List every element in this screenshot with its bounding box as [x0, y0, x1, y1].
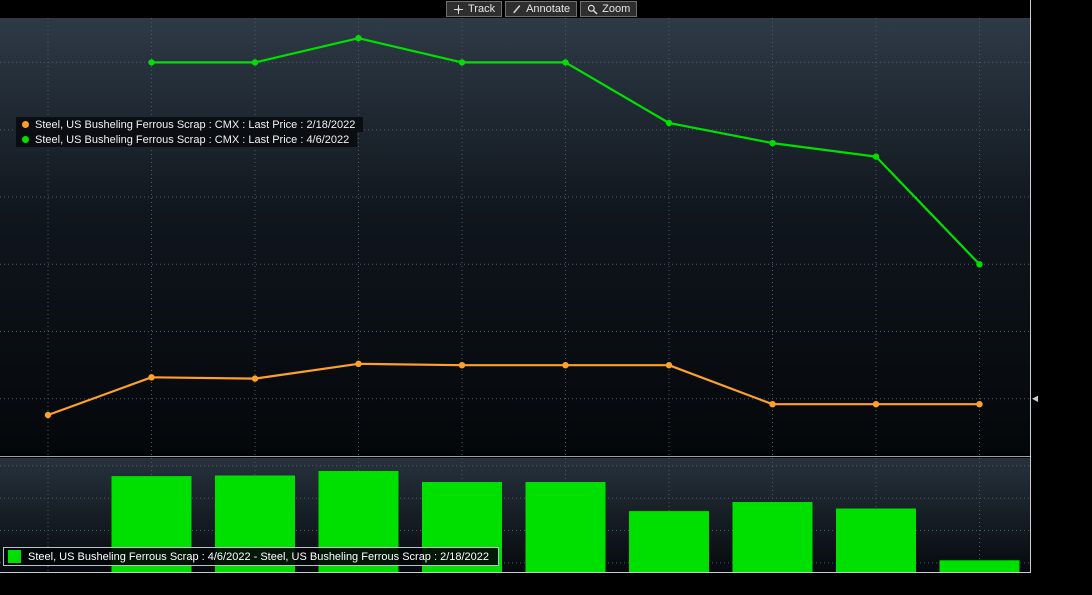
data-point — [355, 361, 361, 367]
price-chart[interactable] — [0, 0, 1092, 595]
data-point — [459, 59, 465, 65]
data-point — [666, 362, 672, 368]
chart-toolbar: Track Annotate Zoom — [446, 1, 637, 17]
main-panel[interactable] — [0, 18, 1030, 454]
track-button-label: Track — [468, 2, 495, 16]
data-point — [562, 362, 568, 368]
feb-series-swatch — [22, 121, 29, 128]
zoom-button-label: Zoom — [602, 2, 630, 16]
data-point — [148, 59, 154, 65]
track-button[interactable]: Track — [446, 1, 502, 17]
data-point — [873, 401, 879, 407]
legend-item-apr-series[interactable]: Steel, US Busheling Ferrous Scrap : CMX … — [16, 132, 357, 147]
zoom-icon — [587, 4, 598, 15]
spread-legend-label: Steel, US Busheling Ferrous Scrap : 4/6/… — [28, 551, 489, 563]
apr-series-swatch — [22, 136, 29, 143]
data-point — [252, 59, 258, 65]
diff-bar — [733, 502, 813, 572]
data-point — [148, 374, 154, 380]
diff-bar — [836, 509, 916, 573]
data-point — [562, 59, 568, 65]
data-point — [976, 261, 982, 267]
data-point — [459, 362, 465, 368]
data-point — [769, 401, 775, 407]
data-point — [45, 412, 51, 418]
data-point — [666, 120, 672, 126]
diff-bar — [526, 482, 606, 572]
y-tick-marker — [1032, 396, 1038, 402]
spread-legend[interactable]: Steel, US Busheling Ferrous Scrap : 4/6/… — [3, 547, 499, 566]
annotate-button-label: Annotate — [526, 2, 570, 16]
chart-window: Track Annotate Zoom Steel, US Busheling … — [0, 0, 1092, 595]
data-point — [769, 140, 775, 146]
apr-series-label: Steel, US Busheling Ferrous Scrap : CMX … — [35, 134, 349, 146]
feb-series-label: Steel, US Busheling Ferrous Scrap : CMX … — [35, 119, 355, 131]
data-point — [873, 153, 879, 159]
diff-bar — [940, 560, 1020, 572]
annotate-icon — [512, 4, 522, 14]
data-point — [976, 401, 982, 407]
main-legend: Steel, US Busheling Ferrous Scrap : CMX … — [16, 117, 363, 147]
annotate-button[interactable]: Annotate — [505, 1, 577, 17]
zoom-button[interactable]: Zoom — [580, 1, 637, 17]
data-point — [355, 35, 361, 41]
track-icon — [453, 4, 464, 15]
spread-series-swatch — [8, 550, 21, 563]
diff-bar — [629, 511, 709, 572]
data-point — [252, 375, 258, 381]
legend-item-feb-series[interactable]: Steel, US Busheling Ferrous Scrap : CMX … — [16, 117, 363, 132]
